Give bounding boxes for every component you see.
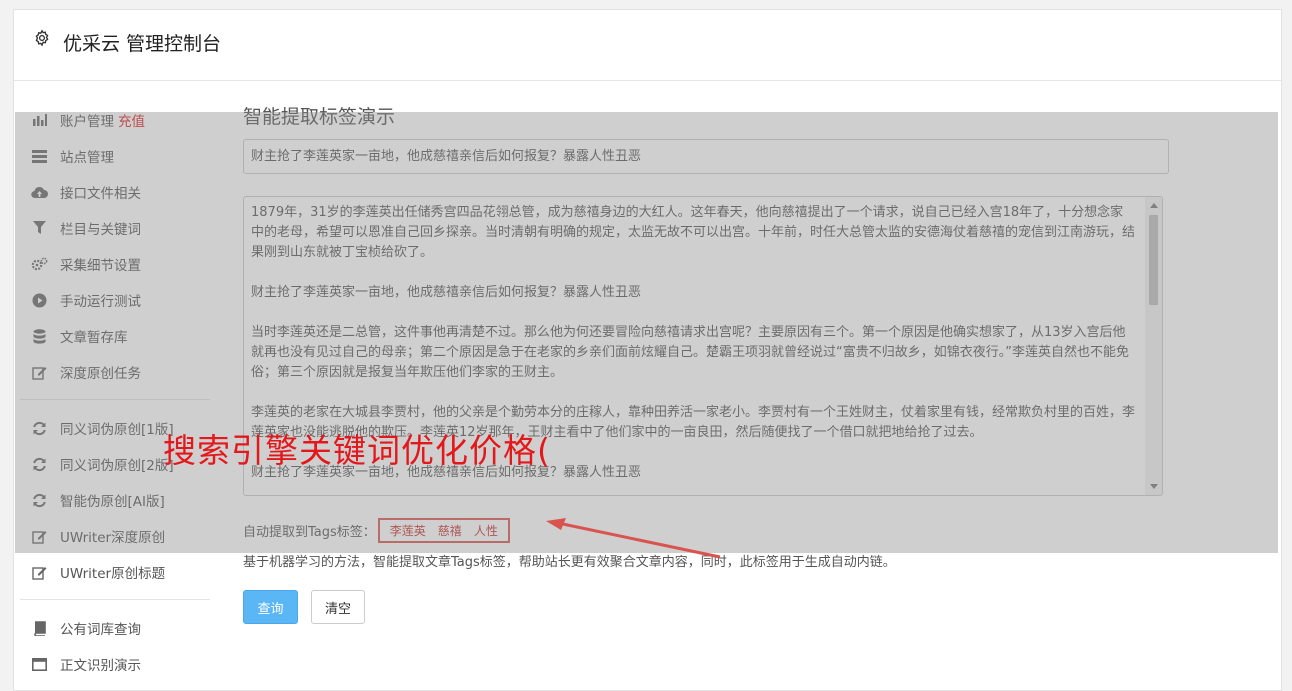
sidebar-item-label: UWriter原创标题 <box>60 566 166 582</box>
sidebar-item-label: 接口文件相关 <box>60 186 141 202</box>
sidebar-item-label: 栏目与关键词 <box>60 222 141 238</box>
red-arrow-icon <box>546 518 721 559</box>
tag: 李莲英 <box>389 524 426 538</box>
sidebar-item-collect-settings[interactable]: 采集细节设置 <box>20 246 210 282</box>
extracted-tags-row: 自动提取到Tags标签： 李莲英 慈禧 人性 <box>243 518 510 543</box>
edit-icon <box>31 564 48 581</box>
sidebar-item-label: 站点管理 <box>60 150 114 166</box>
sidebar-divider <box>20 599 210 600</box>
sidebar-item-public-lexicon[interactable]: 公有词库查询 <box>20 610 210 646</box>
scroll-down-arrow-icon[interactable] <box>1150 484 1158 489</box>
clear-button[interactable]: 清空 <box>311 590 365 624</box>
content-paragraph: 1879年，31岁的李莲英出任储秀宫四品花翎总管，成为慈禧身边的大红人。这年春天… <box>251 205 1136 260</box>
sidebar: 账户管理 充值 站点管理 接口文件相关 栏目与关键词 采集细节设置 手动运行测试 … <box>20 102 210 682</box>
sidebar-item-label: 文章暂存库 <box>60 330 128 346</box>
recharge-link[interactable]: 充值 <box>118 110 145 130</box>
sidebar-item-label: 账户管理 <box>60 114 114 130</box>
sidebar-item-label: 采集细节设置 <box>60 258 141 274</box>
vertical-scrollbar[interactable] <box>1145 197 1162 495</box>
refresh-icon <box>31 492 48 509</box>
edit-icon <box>31 528 48 545</box>
page-title: 智能提取标签演示 <box>243 106 396 128</box>
sidebar-item-label: 深度原创任务 <box>60 366 141 382</box>
sidebar-item-uwriter-deep[interactable]: UWriter深度原创 <box>20 518 210 554</box>
app-title: 优采云 管理控制台 <box>63 33 222 55</box>
article-title-input[interactable]: 财主抢了李莲英家一亩地，他成慈禧亲信后如何报复？暴露人性丑恶 <box>243 139 1169 174</box>
filter-icon <box>31 220 48 237</box>
book-icon <box>31 620 48 637</box>
sidebar-item-label: 智能伪原创[AI版] <box>60 494 165 510</box>
sidebar-item-label: UWriter深度原创 <box>60 530 166 546</box>
sidebar-divider <box>20 399 210 400</box>
tags-label: 自动提取到Tags标签： <box>243 525 376 540</box>
tags-highlight-box: 李莲英 慈禧 人性 <box>377 518 510 543</box>
sidebar-item-label: 手动运行测试 <box>60 294 141 310</box>
sidebar-item-interface-files[interactable]: 接口文件相关 <box>20 174 210 210</box>
tag: 慈禧 <box>437 524 462 538</box>
sidebar-item-text-recognition[interactable]: 正文识别演示 <box>20 646 210 682</box>
refresh-icon <box>31 456 48 473</box>
tag: 人性 <box>473 524 498 538</box>
sidebar-item-uwriter-title[interactable]: UWriter原创标题 <box>20 554 210 590</box>
sidebar-item-account[interactable]: 账户管理 充值 <box>20 102 210 138</box>
sidebar-item-sites[interactable]: 站点管理 <box>20 138 210 174</box>
content-paragraph: 财主抢了李莲英家一亩地，他成慈禧亲信后如何报复？暴露人性丑恶 <box>251 285 642 300</box>
cogs-icon <box>31 256 48 273</box>
panel-header: 优采云 管理控制台 <box>14 10 1281 81</box>
gear-icon <box>35 29 49 47</box>
database-icon <box>31 328 48 345</box>
refresh-icon <box>31 420 48 437</box>
bar-chart-icon <box>31 112 48 129</box>
overlay-banner-text: 搜索引擎关键词优化价格( <box>163 431 551 470</box>
sidebar-item-deep-original-task[interactable]: 深度原创任务 <box>20 354 210 390</box>
content-paragraph: 当时李莲英还是二总管，这件事他再清楚不过。那么他为何还要冒险向慈禧请求出宫呢？主… <box>251 325 1129 380</box>
window-icon <box>31 656 48 673</box>
sidebar-item-label: 公有词库查询 <box>60 622 141 638</box>
edit-icon <box>31 364 48 381</box>
sidebar-item-label: 同义词伪原创[1版] <box>60 422 174 438</box>
sidebar-item-ai-rewrite[interactable]: 智能伪原创[AI版] <box>20 482 210 518</box>
play-circle-icon <box>31 292 48 309</box>
sidebar-item-columns-keywords[interactable]: 栏目与关键词 <box>20 210 210 246</box>
query-button[interactable]: 查询 <box>243 590 298 624</box>
cloud-upload-icon <box>31 184 48 201</box>
sidebar-item-label: 同义词伪原创[2版] <box>60 458 174 474</box>
scroll-thumb[interactable] <box>1149 215 1158 305</box>
list-icon <box>31 148 48 165</box>
scroll-up-arrow-icon[interactable] <box>1150 203 1158 208</box>
sidebar-item-label: 正文识别演示 <box>60 658 141 674</box>
sidebar-item-manual-run[interactable]: 手动运行测试 <box>20 282 210 318</box>
sidebar-item-article-store[interactable]: 文章暂存库 <box>20 318 210 354</box>
